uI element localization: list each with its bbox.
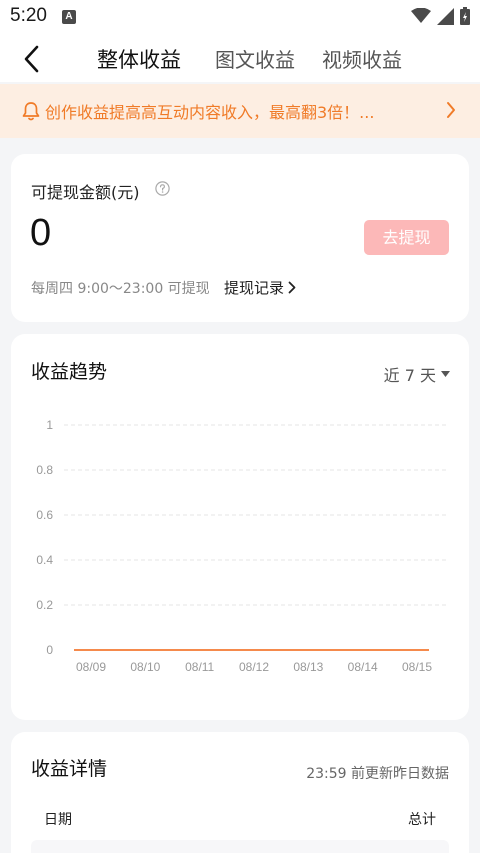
x-tick-label: 08/11 — [185, 660, 214, 674]
status-indicators — [411, 7, 470, 25]
x-tick-label: 08/10 — [130, 660, 160, 674]
status-time: 5:20 — [10, 5, 47, 26]
x-tick-label: 08/14 — [348, 660, 378, 674]
bell-icon — [22, 102, 40, 121]
withdraw-records-link[interactable]: 提现记录 — [224, 277, 296, 298]
trend-chart: 0 0.2 0.4 0.6 0.8 1 08/09 08/10 08/11 08/12 08/13 0… — [36, 418, 446, 674]
promo-banner[interactable]: 创作收益提高高互动内容收入，最高翻3倍！... — [0, 84, 480, 138]
chevron-right-icon — [288, 281, 296, 294]
y-tick-label: 0.2 — [36, 598, 53, 612]
balance-amount: 0 — [30, 212, 52, 254]
help-icon[interactable] — [155, 181, 170, 196]
x-tick-label: 08/12 — [239, 660, 269, 674]
x-tick-label: 08/09 — [76, 660, 106, 674]
tab-video-earnings[interactable]: 视频收益 — [322, 44, 402, 73]
x-tick-label: 08/13 — [293, 660, 323, 674]
x-tick-label: 08/15 — [402, 660, 432, 674]
tab-overall-earnings[interactable]: 整体收益 — [97, 44, 181, 74]
withdraw-records-label: 提现记录 — [224, 279, 285, 297]
y-tick-label: 0.6 — [36, 508, 53, 522]
details-update-note: 23:59 前更新昨日数据 — [306, 766, 449, 782]
chevron-right-icon — [447, 102, 455, 118]
y-tick-label: 1 — [46, 418, 53, 432]
status-bar: 5:20 A — [0, 0, 480, 34]
range-dropdown[interactable]: 近 7 天 — [384, 362, 450, 386]
column-header-total: 总计 — [408, 812, 436, 828]
trend-title: 收益趋势 — [31, 361, 108, 383]
y-tick-label: 0.4 — [36, 553, 53, 567]
range-label: 近 7 天 — [383, 366, 436, 385]
top-nav: 整体收益 图文收益 视频收益 — [0, 34, 480, 82]
withdraw-button[interactable]: 去提现 — [364, 220, 449, 255]
tab-article-earnings[interactable]: 图文收益 — [215, 44, 295, 73]
wifi-icon — [411, 8, 431, 23]
caret-down-icon — [441, 371, 450, 377]
y-tick-label: 0.8 — [36, 463, 53, 477]
earnings-details-card: 收益详情 23:59 前更新昨日数据 日期 总计 — [11, 732, 469, 853]
notification-icon: A — [62, 10, 76, 24]
y-tick-label: 0 — [46, 643, 53, 657]
signal-icon — [437, 7, 454, 25]
banner-text: 创作收益提高高互动内容收入，最高翻3倍！... — [45, 103, 375, 122]
withdraw-card: 可提现金额(元) 0 去提现 每周四 9:00～23:00 可提现 提现记录 — [11, 154, 469, 322]
withdraw-schedule: 每周四 9:00～23:00 可提现 — [31, 281, 210, 297]
details-title: 收益详情 — [31, 758, 108, 780]
table-row — [31, 840, 449, 853]
earnings-trend-card: 收益趋势 近 7 天 0 0.2 0.4 0.6 0.8 1 08/09 08/10 08/11… — [11, 334, 469, 720]
back-icon[interactable] — [18, 44, 46, 74]
column-header-date: 日期 — [44, 812, 72, 828]
battery-icon — [460, 7, 470, 25]
withdrawable-amount-label: 可提现金额(元) — [31, 183, 140, 202]
